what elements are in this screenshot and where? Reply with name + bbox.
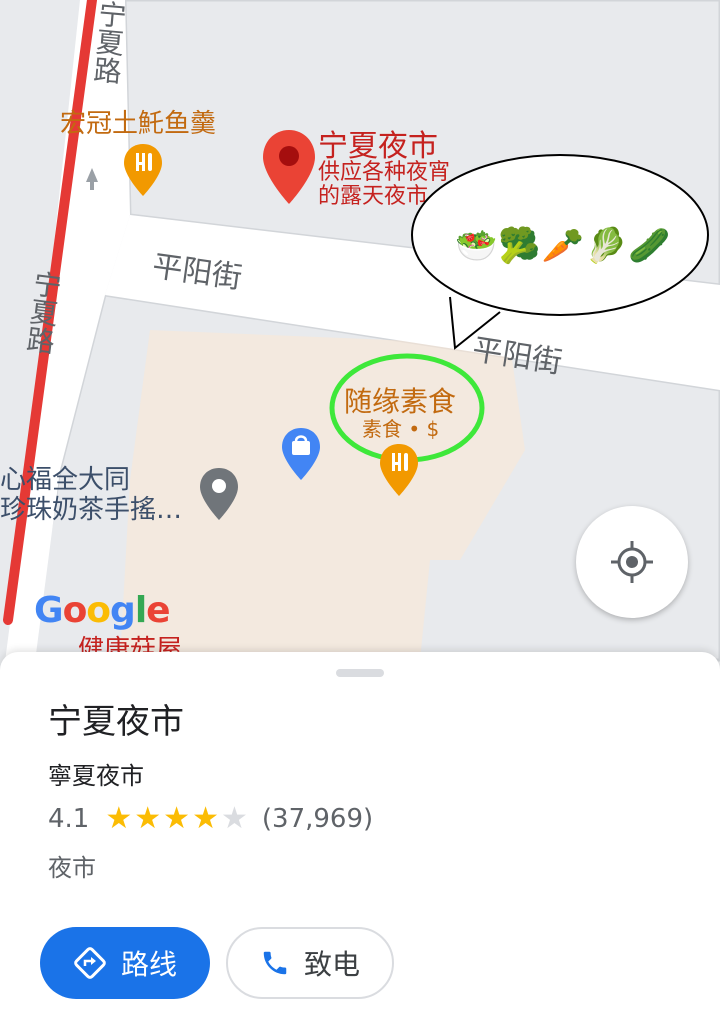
place-bottom-sheet[interactable]: 宁夏夜市 寧夏夜市 4.1 ★ ★ ★ ★ ★ (37,969) 夜市 路线 致电 (0, 652, 720, 1009)
restaurant-pin-icon[interactable] (122, 142, 164, 198)
my-location-button[interactable] (576, 506, 688, 618)
call-button[interactable]: 致电 (226, 927, 394, 999)
shopping-pin-icon[interactable] (280, 426, 322, 482)
vegetarian-restaurant-pin-icon[interactable] (378, 442, 420, 498)
phone-icon (263, 951, 287, 975)
vegetarian-restaurant-desc: 素食 • $ (362, 417, 440, 441)
google-logo: Google (34, 590, 171, 631)
place-subtitle: 寧夏夜市 (48, 762, 144, 790)
directions-button[interactable]: 路线 (40, 927, 210, 999)
rating-value: 4.1 (48, 804, 90, 834)
place-title: 宁夏夜市 (48, 702, 184, 742)
road-label-ningxia-top: 宁夏路 (88, 0, 129, 86)
vegetarian-restaurant-label[interactable]: 随缘素食 (344, 385, 456, 418)
star-filled-icon: ★ (192, 801, 219, 836)
star-filled-icon: ★ (105, 801, 133, 836)
place-category: 夜市 (48, 854, 96, 882)
star-rating: ★ ★ ★ ★ ★ (105, 804, 250, 834)
restaurant-label-hongguan[interactable]: 宏冠土魠鱼羹 (60, 109, 216, 140)
tea-shop-pin-icon[interactable] (198, 466, 240, 522)
star-empty-icon: ★ (220, 801, 248, 836)
tea-shop-label-line2: 珍珠奶茶手搖… (0, 495, 183, 525)
directions-label: 路线 (120, 948, 177, 981)
review-count: (37,969) (261, 804, 374, 834)
directions-icon (74, 947, 106, 979)
selected-location-pin-icon[interactable] (260, 128, 318, 206)
call-label: 致电 (303, 948, 360, 981)
sheet-drag-handle[interactable] (336, 669, 384, 677)
star-filled-icon: ★ (134, 801, 162, 836)
star-filled-icon: ★ (163, 801, 191, 836)
rating-row[interactable]: 4.1 ★ ★ ★ ★ ★ (37,969) (48, 804, 374, 835)
crosshair-icon (611, 541, 653, 583)
vegetable-emojis: 🥗🥦🥕🥬🥒 (455, 226, 672, 266)
tea-shop-label-line1[interactable]: 心福全大同 (0, 465, 130, 496)
